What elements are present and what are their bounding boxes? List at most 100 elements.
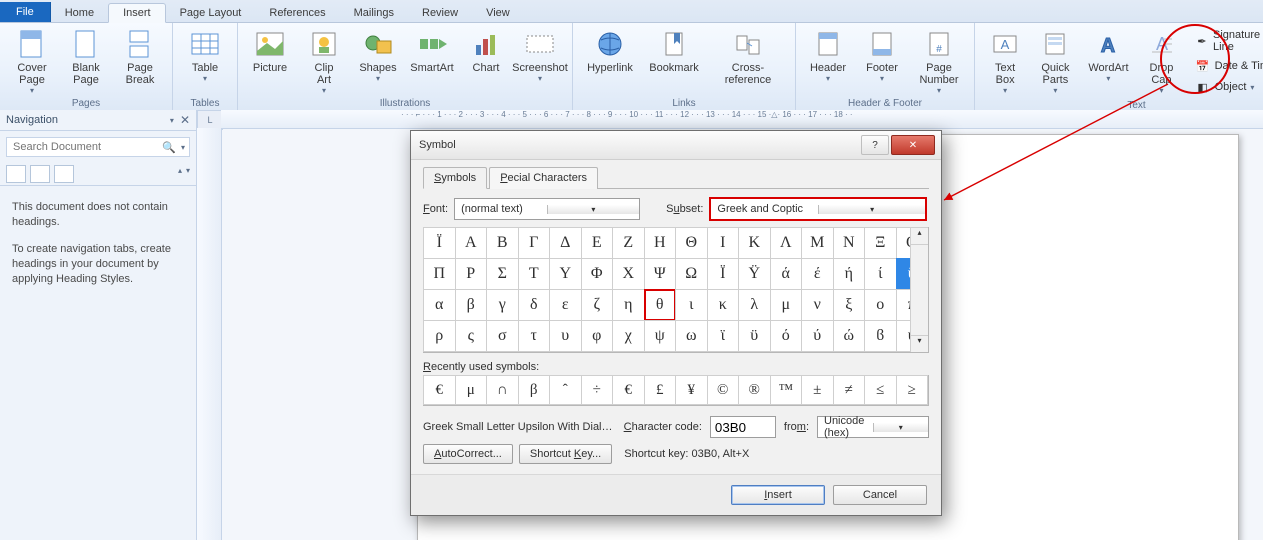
symbol-cell[interactable]: ω [675,320,708,352]
recent-symbol-cell[interactable]: ≠ [833,375,866,405]
signature-line-button[interactable]: ✒Signature Line▾ [1190,27,1263,55]
tab-review[interactable]: Review [408,4,472,22]
symbol-cell[interactable]: κ [707,289,740,321]
chevron-down-icon[interactable]: ▾ [873,423,929,432]
symbol-cell[interactable]: φ [581,320,614,352]
symbol-cell[interactable]: ς [455,320,488,352]
symbol-cell[interactable]: Γ [518,227,551,259]
symbol-cell[interactable]: τ [518,320,551,352]
symbol-cell[interactable]: Δ [549,227,582,259]
recent-symbol-cell[interactable]: € [612,375,645,405]
picture-button[interactable]: Picture [244,25,296,75]
recent-symbol-cell[interactable]: £ [644,375,677,405]
symbol-cell[interactable]: ψ [644,320,677,352]
symbol-cell[interactable]: ε [549,289,582,321]
symbol-cell[interactable]: Μ [801,227,834,259]
symbol-cell[interactable]: γ [486,289,519,321]
ruler-corner[interactable]: L [197,110,223,130]
tab-file[interactable]: File [0,2,51,22]
symbol-cell[interactable]: Υ [549,258,582,290]
symbol-cell[interactable]: σ [486,320,519,352]
symbol-cell[interactable]: ρ [423,320,456,352]
from-combo[interactable]: Unicode (hex)▾ [817,416,929,438]
nav-view-pages[interactable] [30,165,50,183]
quick-parts-button[interactable]: QuickParts▾ [1031,25,1079,96]
symbol-cell[interactable]: Φ [581,258,614,290]
symbol-cell[interactable]: Η [644,227,677,259]
ruler-vertical[interactable] [197,128,222,540]
symbol-cell[interactable]: Ϋ [738,258,771,290]
chevron-down-icon[interactable]: ▾ [186,166,190,182]
ruler-horizontal[interactable]: · · · ⌐ · · · 1 · · · 2 · · · 3 · · · 4 … [221,110,1263,129]
symbol-cell[interactable]: ξ [833,289,866,321]
recent-symbol-cell[interactable]: ∩ [486,375,519,405]
symbol-cell[interactable]: ύ [801,320,834,352]
smartart-button[interactable]: SmartArt [406,25,458,75]
chevron-down-icon[interactable]: ▾ [818,205,926,214]
close-icon[interactable]: ✕ [180,113,190,127]
recent-symbol-cell[interactable]: ≥ [896,375,929,405]
table-button[interactable]: Table▾ [179,25,231,84]
hyperlink-button[interactable]: Hyperlink [579,25,641,75]
symbol-cell[interactable]: Κ [738,227,771,259]
date-time-button[interactable]: 📅Date & Time [1190,56,1263,76]
symbol-cell[interactable]: α [423,289,456,321]
symbol-cell[interactable]: Ν [833,227,866,259]
header-button[interactable]: Header▾ [802,25,854,84]
symbol-cell[interactable]: Ï [423,227,456,259]
tab-references[interactable]: References [255,4,339,22]
tab-special-characters[interactable]: Pecial Characters [489,167,598,189]
symbol-cell[interactable]: ό [770,320,803,352]
chevron-down-icon[interactable]: ▾ [170,116,174,125]
char-code-input[interactable] [710,416,776,438]
symbol-cell[interactable]: ν [801,289,834,321]
tab-mailings[interactable]: Mailings [340,4,408,22]
symbol-cell[interactable]: Τ [518,258,551,290]
close-button[interactable]: ✕ [891,135,935,155]
symbol-cell[interactable]: δ [518,289,551,321]
recent-symbol-cell[interactable]: μ [455,375,488,405]
symbol-cell[interactable]: Ϊ [707,258,740,290]
wordart-button[interactable]: AWordArt▾ [1082,25,1136,84]
symbol-cell[interactable]: Ε [581,227,614,259]
shapes-button[interactable]: Shapes▾ [352,25,404,84]
recent-symbol-cell[interactable]: ≤ [864,375,897,405]
symbol-cell[interactable]: Θ [675,227,708,259]
symbol-cell[interactable]: Ζ [612,227,645,259]
scrollbar[interactable]: ▴▾ [910,228,928,352]
symbol-cell[interactable]: ϊ [707,320,740,352]
symbol-cell[interactable]: υ [549,320,582,352]
symbol-cell[interactable]: έ [801,258,834,290]
font-combo[interactable]: (normal text)▾ [454,198,640,220]
symbol-cell[interactable]: ϐ [864,320,897,352]
shortcut-key-button[interactable]: Shortcut Key... [519,444,612,464]
symbol-cell[interactable]: ο [864,289,897,321]
symbol-cell[interactable]: Σ [486,258,519,290]
recent-symbol-cell[interactable]: ÷ [581,375,614,405]
symbol-cell[interactable]: ή [833,258,866,290]
symbol-cell[interactable]: ζ [581,289,614,321]
symbol-cell[interactable]: Ι [707,227,740,259]
symbol-cell[interactable]: θ [644,289,677,321]
recent-symbol-cell[interactable]: € [423,375,456,405]
tab-home[interactable]: Home [51,4,108,22]
nav-view-headings[interactable] [6,165,26,183]
tab-page-layout[interactable]: Page Layout [166,4,256,22]
chart-button[interactable]: Chart [460,25,512,75]
symbol-cell[interactable]: Χ [612,258,645,290]
recent-symbol-cell[interactable]: β [518,375,551,405]
symbol-cell[interactable]: ϋ [738,320,771,352]
recent-symbol-cell[interactable]: © [707,375,740,405]
clip-art-button[interactable]: ClipArt▾ [298,25,350,96]
symbol-cell[interactable]: ί [864,258,897,290]
bookmark-button[interactable]: Bookmark [643,25,705,75]
search-input[interactable] [7,138,161,156]
autocorrect-button[interactable]: AutoCorrect... [423,444,513,464]
recent-symbol-cell[interactable]: ˆ [549,375,582,405]
tab-view[interactable]: View [472,4,524,22]
object-button[interactable]: ◧Object▾ [1190,77,1263,97]
screenshot-button[interactable]: Screenshot▾ [514,25,566,84]
cross-reference-button[interactable]: Cross-reference [707,25,789,87]
recent-symbol-cell[interactable]: ® [738,375,771,405]
symbol-cell[interactable]: Β [486,227,519,259]
